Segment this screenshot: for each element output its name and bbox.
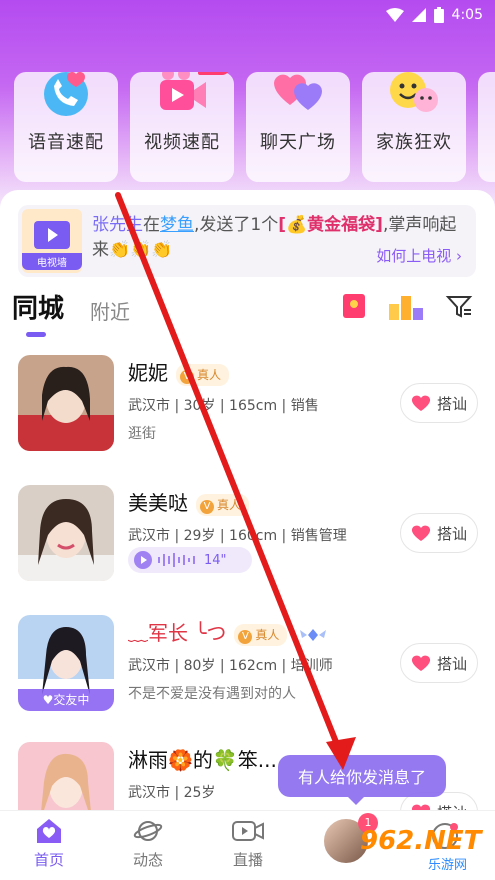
location-tabs: 同城 附近 <box>12 288 130 337</box>
greet-button[interactable]: 搭讪 <box>400 513 478 553</box>
user-name: 淋雨🏵️的🍀笨... <box>128 748 277 772</box>
user-name-row: 淋雨🏵️的🍀笨... <box>128 744 277 773</box>
play-icon <box>134 551 152 569</box>
avatar[interactable] <box>18 355 114 451</box>
nav-home-label: 首页 <box>33 851 64 869</box>
battery-icon <box>433 7 444 23</box>
category-label: 聊天广场 <box>260 132 336 153</box>
nav-live-label: 直播 <box>232 851 263 869</box>
user-info: 武汉市 | 80岁 | 162cm | 培训师 <box>128 658 333 674</box>
nav-feed[interactable]: 动态 <box>113 817 183 870</box>
tv-gift: [💰黄金福袋] <box>278 215 383 235</box>
online-status-tag: ♥交友中 <box>18 689 114 711</box>
planet-icon <box>133 821 163 841</box>
waveform-icon <box>158 553 195 567</box>
greet-label: 搭讪 <box>436 654 467 673</box>
watermark-logo: 962.NET <box>360 826 482 856</box>
ranking-podium-icon[interactable] <box>387 292 425 320</box>
category-row: 语音速配 免费 视频速配 聊天广场 家族狂欢 游戏 <box>14 72 495 184</box>
heart-icon <box>411 655 431 671</box>
home-heart-icon <box>37 819 61 843</box>
verified-badge: V 真人 <box>196 493 250 516</box>
user-name-row: ﹏军长 ╰つ V 真人 <box>128 617 328 646</box>
verified-icon: V <box>200 499 214 514</box>
nav-live[interactable]: 直播 <box>213 817 283 870</box>
signal-icon <box>411 8 426 22</box>
vip-wings-icon <box>299 628 326 641</box>
phone-heart-icon <box>44 72 88 116</box>
tv-text-part: 在 <box>143 215 160 235</box>
verified-label: 真人 <box>255 627 280 642</box>
category-voice-match[interactable]: 语音速配 <box>14 72 118 182</box>
verified-icon: V <box>180 369 194 384</box>
category-family-party[interactable]: 家族狂欢 <box>362 72 466 182</box>
voice-duration: 14" <box>204 552 227 568</box>
category-label: 家族狂欢 <box>376 132 452 153</box>
tv-icon: 电视墙 <box>22 209 82 273</box>
filter-icon[interactable] <box>445 292 473 320</box>
category-label: 视频速配 <box>144 132 220 153</box>
video-camera-icon <box>160 72 206 110</box>
tab-nearby[interactable]: 附近 <box>90 296 130 325</box>
video-icon <box>232 821 264 841</box>
user-name: 美美哒 <box>128 491 188 515</box>
tv-wall-banner[interactable]: 电视墙 张先生在梦鱼,发送了1个[💰黄金福袋],掌声响起来👏👏👏 如何上电视 › <box>18 205 476 277</box>
greet-button[interactable]: 搭讪 <box>400 383 478 423</box>
status-time: 4:05 <box>451 7 483 23</box>
tv-wall-label: 电视墙 <box>22 253 82 270</box>
user-bio: 逛街 <box>128 426 156 442</box>
heart-icon <box>411 525 431 541</box>
hearts-icon <box>274 74 322 110</box>
status-bar: 4:05 <box>0 0 495 30</box>
nav-feed-label: 动态 <box>132 851 163 869</box>
verified-badge: V 真人 <box>176 363 230 386</box>
user-card[interactable]: 美美哒 V 真人 武汉市 | 29岁 | 160cm | 销售管理 14" 搭讪 <box>18 485 478 585</box>
verified-label: 真人 <box>217 497 242 512</box>
nav-home[interactable]: 首页 <box>14 817 84 870</box>
user-name: ﹏军长 ╰つ <box>128 621 227 645</box>
tab-same-city[interactable]: 同城 <box>12 288 64 337</box>
user-name-row: 妮妮 V 真人 <box>128 357 230 386</box>
user-card[interactable]: ♥交友中 ﹏军长 ╰つ V 真人 武汉市 | 80岁 | 162cm | 培训师 不… <box>18 615 478 715</box>
user-info: 武汉市 | 29岁 | 160cm | 销售管理 <box>128 528 347 544</box>
user-name: 妮妮 <box>128 361 168 385</box>
user-info: 武汉市 | 30岁 | 165cm | 销售 <box>128 398 319 414</box>
heart-icon <box>411 395 431 411</box>
category-video-match[interactable]: 免费 视频速配 <box>130 72 234 182</box>
how-to-get-on-tv-link[interactable]: 如何上电视 › <box>376 245 462 266</box>
category-label: 语音速配 <box>28 132 104 153</box>
verified-badge: V 真人 <box>234 623 288 646</box>
watermark-sub: 乐游网 <box>428 858 468 873</box>
voice-intro[interactable]: 14" <box>128 547 252 573</box>
tv-text-part: ,发送了1个 <box>194 215 279 235</box>
tv-sender[interactable]: 张先生 <box>92 215 143 235</box>
greet-button[interactable]: 搭讪 <box>400 643 478 683</box>
avatar[interactable]: ♥交友中 <box>18 615 114 711</box>
avatar[interactable] <box>18 485 114 581</box>
wifi-icon <box>385 8 404 22</box>
greet-label: 搭讪 <box>436 394 467 413</box>
verified-label: 真人 <box>197 367 222 382</box>
category-game[interactable]: 游戏 <box>478 72 495 182</box>
verified-icon: V <box>238 629 253 644</box>
tv-receiver[interactable]: 梦鱼 <box>160 215 194 235</box>
user-bio: 不是不爱是没有遇到对的人 <box>128 686 296 702</box>
tab-tools <box>341 292 473 320</box>
user-info: 武汉市 | 25岁 <box>128 785 216 801</box>
greet-label: 搭讪 <box>436 524 467 543</box>
user-card[interactable]: 妮妮 V 真人 武汉市 | 30岁 | 165cm | 销售 逛街 搭讪 <box>18 355 478 455</box>
emoji-faces-icon <box>390 72 438 112</box>
user-name-row: 美美哒 V 真人 <box>128 487 250 516</box>
new-message-toast[interactable]: 有人给你发消息了 <box>278 755 446 805</box>
category-chat-square[interactable]: 聊天广场 <box>246 72 350 182</box>
red-envelope-icon[interactable] <box>341 292 367 320</box>
